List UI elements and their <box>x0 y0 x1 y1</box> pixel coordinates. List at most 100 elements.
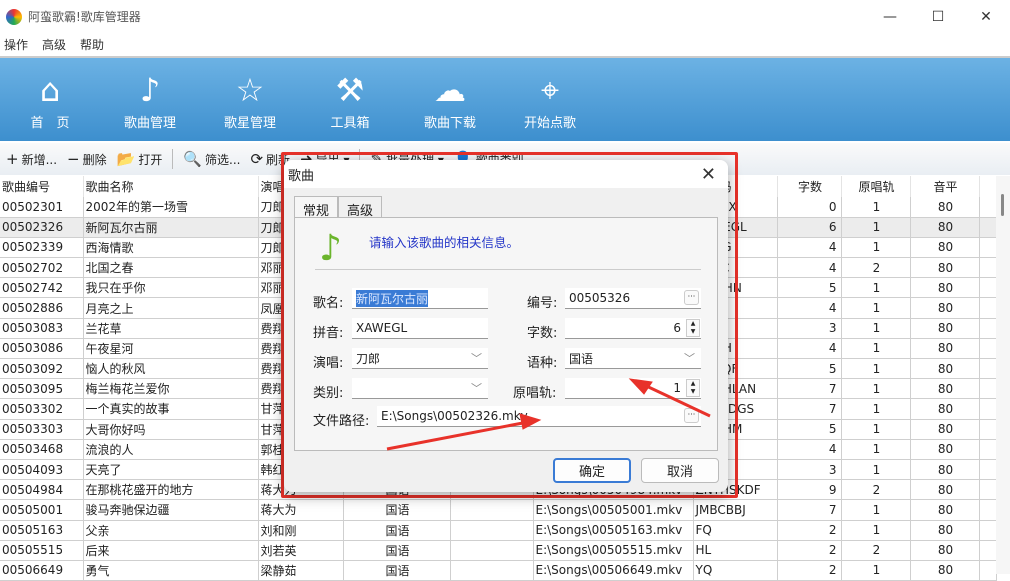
table-cell: 勇气 <box>83 560 259 581</box>
nav-label: 工具箱 <box>330 116 370 131</box>
table-cell: 5 <box>777 419 842 440</box>
toolbar-label: 筛选... <box>205 152 241 167</box>
toolbar-icon: − <box>67 150 80 168</box>
table-cell: 00503092 <box>0 358 84 380</box>
nav-item-2[interactable]: ☆ 歌星管理 <box>200 58 300 141</box>
path-value: E:\Songs\00502326.mkv <box>381 409 528 423</box>
nav-icon: ☆ <box>235 71 265 109</box>
browse-path-button[interactable]: ··· <box>684 408 699 423</box>
table-cell: 国语 <box>343 520 451 541</box>
table-cell: 2 <box>777 540 842 561</box>
table-cell: 00503086 <box>0 338 84 360</box>
nav-icon: ⌂ <box>39 71 61 109</box>
table-row[interactable]: 00505001 骏马奔驰保边疆 蒋大为 国语 E:\Songs\00505001.mk… <box>0 499 997 521</box>
column-header[interactable]: 原唱轨 <box>841 176 911 197</box>
menu-help[interactable]: 帮助 <box>80 36 104 53</box>
dialog-close-icon[interactable]: ✕ <box>701 164 716 185</box>
spin-arrows-icon[interactable]: ▲ ▼ <box>686 379 700 397</box>
track-stepper[interactable]: 1 ▲ ▼ <box>565 378 701 399</box>
table-cell: 1 <box>841 217 911 238</box>
menu-advanced[interactable]: 高级 <box>42 36 66 53</box>
chars-label: 字数: <box>527 326 558 341</box>
table-cell: 80 <box>910 520 980 541</box>
language-select[interactable]: 国语 ﹀ <box>565 348 701 369</box>
toolbar-button-2[interactable]: 📂 打开 <box>117 150 163 168</box>
path-input[interactable]: E:\Songs\00502326.mkv ··· <box>377 406 701 427</box>
nav-item-5[interactable]: ⌖ 开始点歌 <box>500 58 600 141</box>
table-cell: 4 <box>777 297 842 319</box>
vertical-scrollbar[interactable] <box>996 176 1010 574</box>
browse-number-button[interactable]: ··· <box>684 290 699 305</box>
nav-item-0[interactable]: ⌂ 首 页 <box>0 58 100 141</box>
menu-operate[interactable]: 操作 <box>4 36 28 53</box>
table-cell: 00505163 <box>0 520 84 541</box>
toolbar-icon: 📂 <box>116 150 136 168</box>
table-cell: 80 <box>910 378 980 400</box>
toolbar-button-3[interactable]: 🔍 筛选... <box>183 150 240 168</box>
table-cell: 6 <box>777 217 842 238</box>
table-cell <box>450 560 534 581</box>
name-input[interactable]: 新阿瓦尔古丽 <box>352 288 488 309</box>
table-cell <box>450 520 534 541</box>
table-cell: 00506649 <box>0 560 84 581</box>
language-label: 语种: <box>527 356 558 371</box>
table-cell: 80 <box>910 358 980 380</box>
table-cell: 4 <box>777 338 842 360</box>
nav-icon: ☁ <box>434 71 466 109</box>
table-cell: 1 <box>841 439 911 460</box>
column-header[interactable]: 字数 <box>777 176 842 197</box>
language-value: 国语 <box>569 351 594 366</box>
table-cell: 00504093 <box>0 459 84 481</box>
name-value: 新阿瓦尔古丽 <box>356 289 429 307</box>
table-cell: 国语 <box>343 560 451 581</box>
table-cell: 1 <box>841 499 911 521</box>
table-cell: 80 <box>910 479 980 501</box>
window-title: 阿蛮歌霸!歌库管理器 <box>28 10 141 24</box>
table-cell: E:\Songs\00505001.mkv <box>533 499 694 521</box>
nav-item-4[interactable]: ☁ 歌曲下载 <box>400 58 500 141</box>
cancel-button[interactable]: 取消 <box>641 458 719 483</box>
table-cell: 5 <box>777 358 842 380</box>
table-cell: 午夜星河 <box>83 338 259 360</box>
table-cell: 一个真实的故事 <box>83 398 259 420</box>
column-header[interactable]: 歌曲名称 <box>83 176 259 197</box>
chars-stepper[interactable]: 6 ▲ ▼ <box>565 318 701 339</box>
column-header[interactable]: 歌曲编号 <box>0 176 84 197</box>
category-select[interactable]: ﹀ <box>352 378 488 399</box>
close-button[interactable]: ✕ <box>962 0 1010 33</box>
table-row[interactable]: 00505163 父亲 刘和刚 国语 E:\Songs\00505163.mkv FQ 2 1… <box>0 520 997 541</box>
minimize-button[interactable]: — <box>866 0 914 33</box>
toolbar-button-1[interactable]: − 删除 <box>67 150 107 168</box>
nav-item-1[interactable]: ♪ 歌曲管理 <box>100 58 200 141</box>
category-label: 类别: <box>313 386 344 401</box>
table-cell: 9 <box>777 479 842 501</box>
spin-arrows-icon[interactable]: ▲ ▼ <box>686 319 700 337</box>
table-cell: 2 <box>841 257 911 279</box>
table-cell: 2 <box>841 540 911 561</box>
number-input[interactable]: 00505326 ··· <box>565 288 701 309</box>
table-cell: 00503302 <box>0 398 84 420</box>
table-cell: HL <box>693 540 778 561</box>
table-cell: 梁静茹 <box>258 560 344 581</box>
table-row[interactable]: 00506649 勇气 梁静茹 国语 E:\Songs\00506649.mkv YQ 2 1… <box>0 560 997 581</box>
table-cell: 80 <box>910 540 980 561</box>
toolbar-button-0[interactable]: + 新增... <box>6 150 57 168</box>
pinyin-value: XAWEGL <box>356 321 408 335</box>
pinyin-input[interactable]: XAWEGL <box>352 318 488 339</box>
table-cell: 大哥你好吗 <box>83 419 259 440</box>
table-cell: 骏马奔驰保边疆 <box>83 499 259 521</box>
table-row[interactable]: 00505515 后来 刘若英 国语 E:\Songs\00505515.mkv HL 2 2… <box>0 540 997 561</box>
ok-button[interactable]: 确定 <box>553 458 631 483</box>
table-cell: 3 <box>777 318 842 339</box>
table-cell: 刘若英 <box>258 540 344 561</box>
singer-label: 演唱: <box>313 356 344 371</box>
table-cell: 00505515 <box>0 540 84 561</box>
maximize-button[interactable]: ☐ <box>914 0 962 33</box>
toolbar-icon: 🔍 <box>183 150 203 168</box>
nav-icon: ⌖ <box>540 71 560 109</box>
table-cell: 80 <box>910 257 980 279</box>
column-header[interactable]: 音平 <box>910 176 980 197</box>
scrollbar-thumb[interactable] <box>1001 194 1004 216</box>
nav-item-3[interactable]: ⚒ 工具箱 <box>300 58 400 141</box>
singer-select[interactable]: 刀郎 ﹀ <box>352 348 488 369</box>
